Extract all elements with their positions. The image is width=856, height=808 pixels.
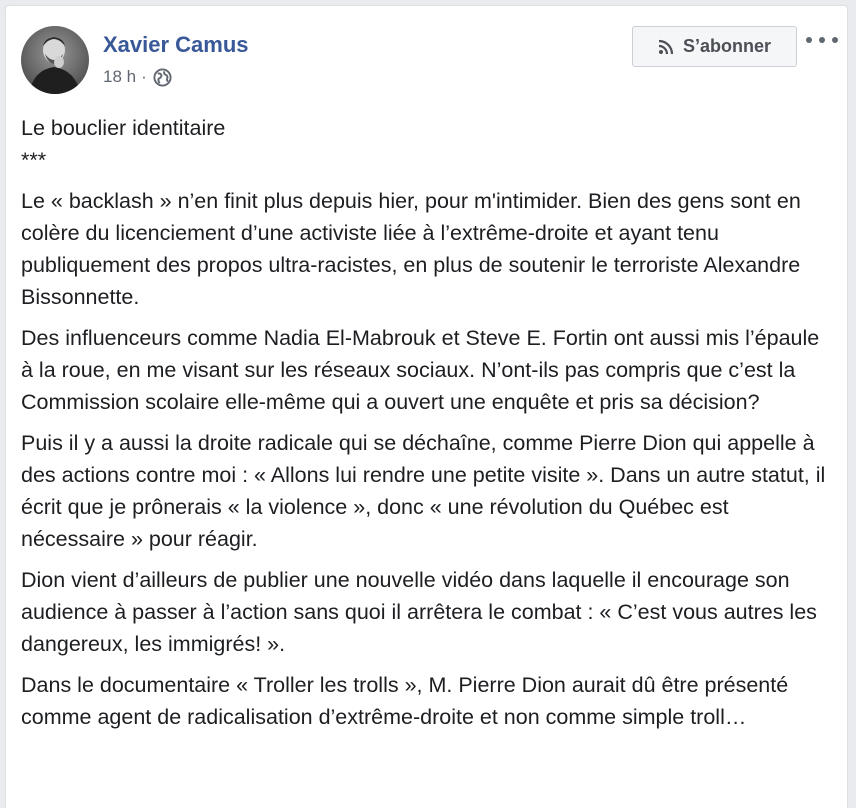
post-title: Le bouclier identitaire bbox=[21, 116, 226, 140]
author-name-link[interactable]: Xavier Camus bbox=[103, 32, 249, 58]
post-paragraph: Des influenceurs comme Nadia El-Mabrouk … bbox=[21, 326, 820, 414]
post-meta: 18 h · bbox=[103, 67, 172, 87]
meta-separator: · bbox=[141, 67, 147, 86]
more-options-icon[interactable] bbox=[806, 28, 838, 52]
post-paragraph: Puis il y a aussi la droite radicale qui… bbox=[21, 431, 826, 551]
more-dot bbox=[806, 37, 812, 43]
subscribe-button[interactable]: S’abonner bbox=[632, 26, 797, 67]
post-divider: *** bbox=[21, 148, 47, 172]
post-paragraph: Dion vient d’ailleurs de publier une nou… bbox=[21, 568, 817, 656]
author-avatar[interactable] bbox=[21, 26, 89, 94]
subscribe-label: S’abonner bbox=[682, 36, 771, 56]
globe-icon[interactable] bbox=[153, 67, 172, 87]
post-paragraph: Le « backlash » n’en finit plus depuis h… bbox=[21, 189, 801, 309]
post-paragraph: Dans le documentaire « Troller les troll… bbox=[21, 673, 789, 729]
more-dot bbox=[832, 37, 838, 43]
post-body: Le bouclier identitaire *** Le « backlas… bbox=[21, 112, 836, 742]
more-dot bbox=[819, 37, 825, 43]
post-timestamp[interactable]: 18 h bbox=[103, 67, 136, 87]
facebook-post-card: Xavier Camus 18 h · S’abonner Le bouclie… bbox=[5, 5, 848, 808]
rss-icon bbox=[658, 39, 674, 55]
